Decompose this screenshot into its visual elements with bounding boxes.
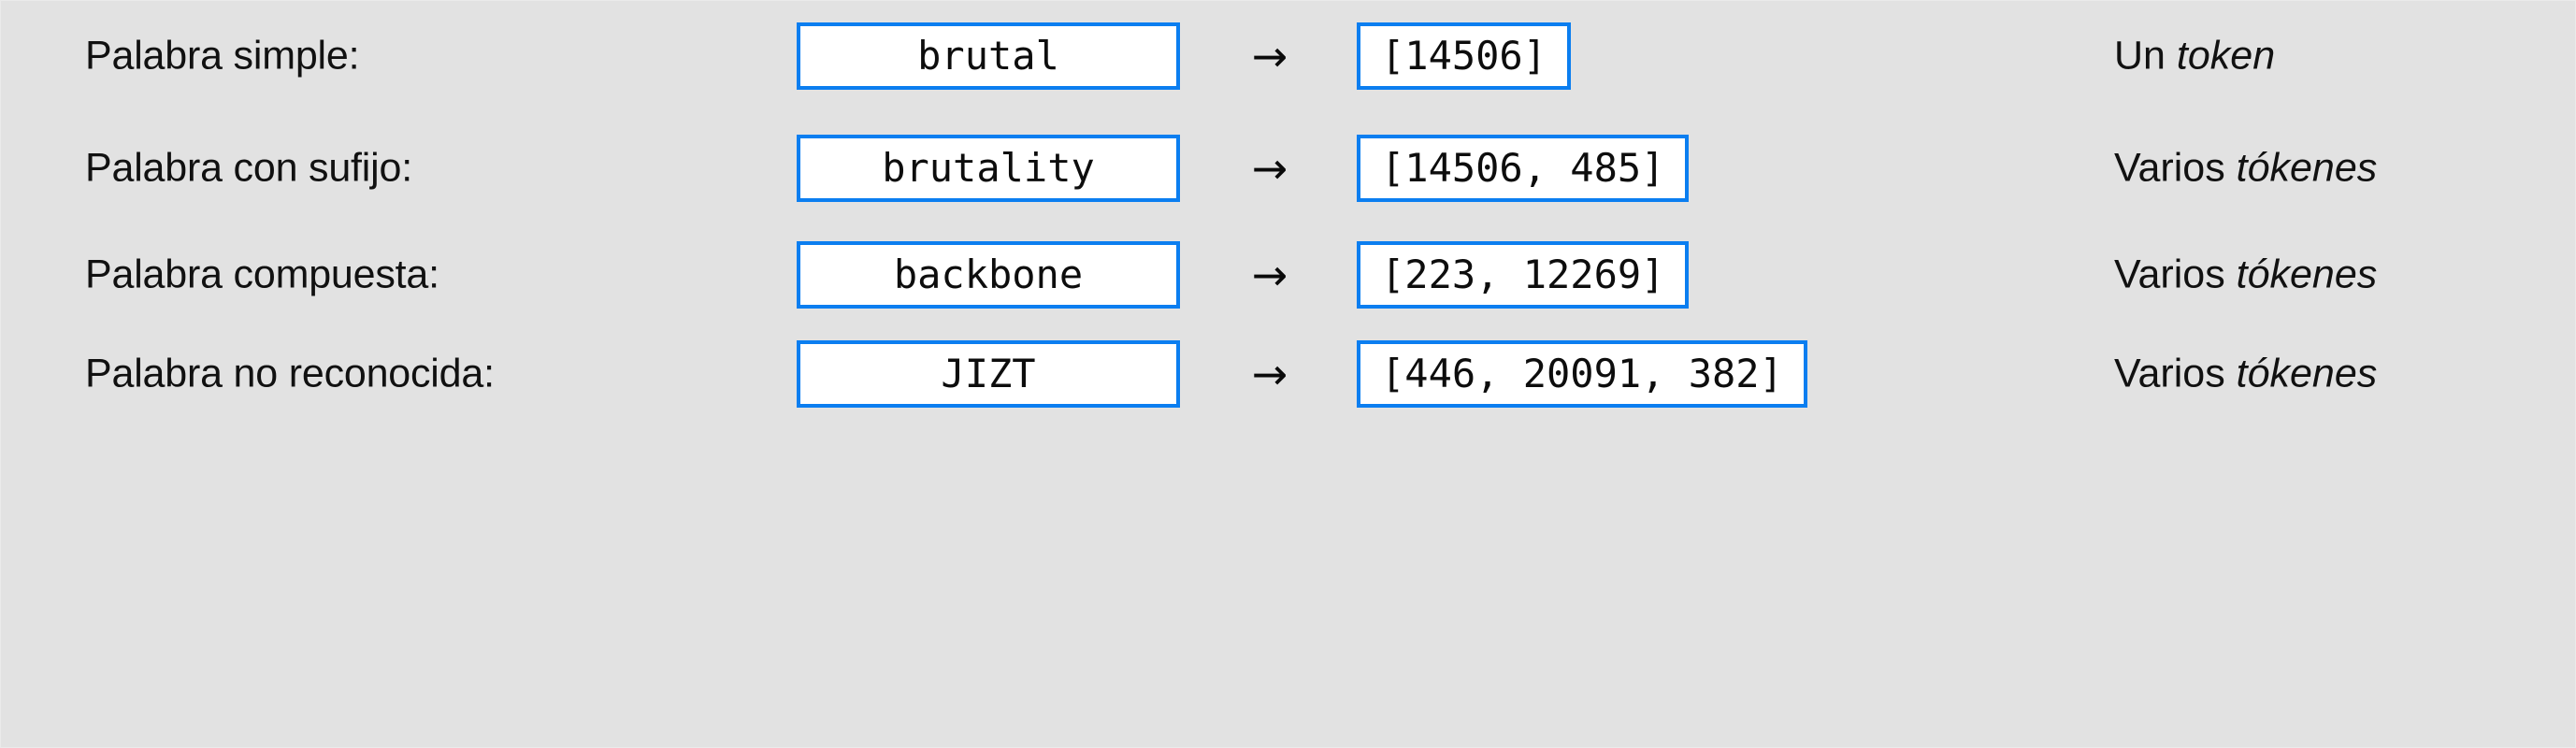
word-box: JIZT (797, 340, 1180, 408)
row-note-emphasis: tókenes (2236, 145, 2378, 191)
token-ids-box: [446, 20091, 382] (1357, 340, 1807, 408)
row-note-prefix: Un (2114, 33, 2177, 79)
row-note: Varios tókenes (2114, 252, 2377, 298)
tokenization-row: Palabra no reconocida: JIZT → [446, 2009… (1, 340, 2576, 408)
tokenization-row: Palabra simple: brutal → [14506] Un toke… (1, 22, 2576, 90)
arrow-right-icon: → (1251, 31, 1288, 81)
row-note: Un token (2114, 34, 2275, 79)
word-text: brutality (882, 145, 1095, 191)
row-note-prefix: Varios (2114, 252, 2237, 297)
arrow-right-icon: → (1251, 250, 1288, 300)
word-text: JIZT (941, 351, 1036, 396)
arrow-right-icon: → (1251, 143, 1288, 194)
word-box: brutal (797, 22, 1180, 90)
row-label: Palabra con sufijo: (85, 145, 412, 191)
tokenization-row: Palabra con sufijo: brutality → [14506, … (1, 135, 2576, 202)
word-text: brutal (917, 33, 1059, 79)
row-note-emphasis: token (2176, 33, 2276, 79)
token-ids-box: [223, 12269] (1357, 241, 1690, 309)
token-ids-box: [14506, 485] (1357, 135, 1690, 202)
row-label: Palabra compuesta: (85, 252, 439, 297)
token-ids-text: [14506, 485] (1381, 145, 1665, 191)
row-note-prefix: Varios (2114, 145, 2237, 191)
token-ids-text: [446, 20091, 382] (1381, 351, 1783, 396)
row-label: Palabra simple: (85, 33, 360, 79)
token-ids-box: [14506] (1357, 22, 1572, 90)
word-box: brutality (797, 135, 1180, 202)
row-note: Varios tókenes (2114, 146, 2377, 192)
row-note-prefix: Varios (2114, 351, 2237, 396)
tokenization-row: Palabra compuesta: backbone → [223, 1226… (1, 241, 2576, 309)
arrow-right-icon: → (1251, 349, 1288, 399)
token-ids-text: [14506] (1381, 33, 1547, 79)
row-note-emphasis: tókenes (2236, 351, 2378, 396)
token-ids-text: [223, 12269] (1381, 252, 1665, 297)
row-label: Palabra no reconocida: (85, 351, 495, 396)
word-text: backbone (893, 252, 1084, 297)
tokenization-diagram-panel: Palabra simple: brutal → [14506] Un toke… (0, 0, 2576, 748)
word-box: backbone (797, 241, 1180, 309)
row-note-emphasis: tókenes (2236, 252, 2378, 297)
row-note: Varios tókenes (2114, 352, 2377, 397)
